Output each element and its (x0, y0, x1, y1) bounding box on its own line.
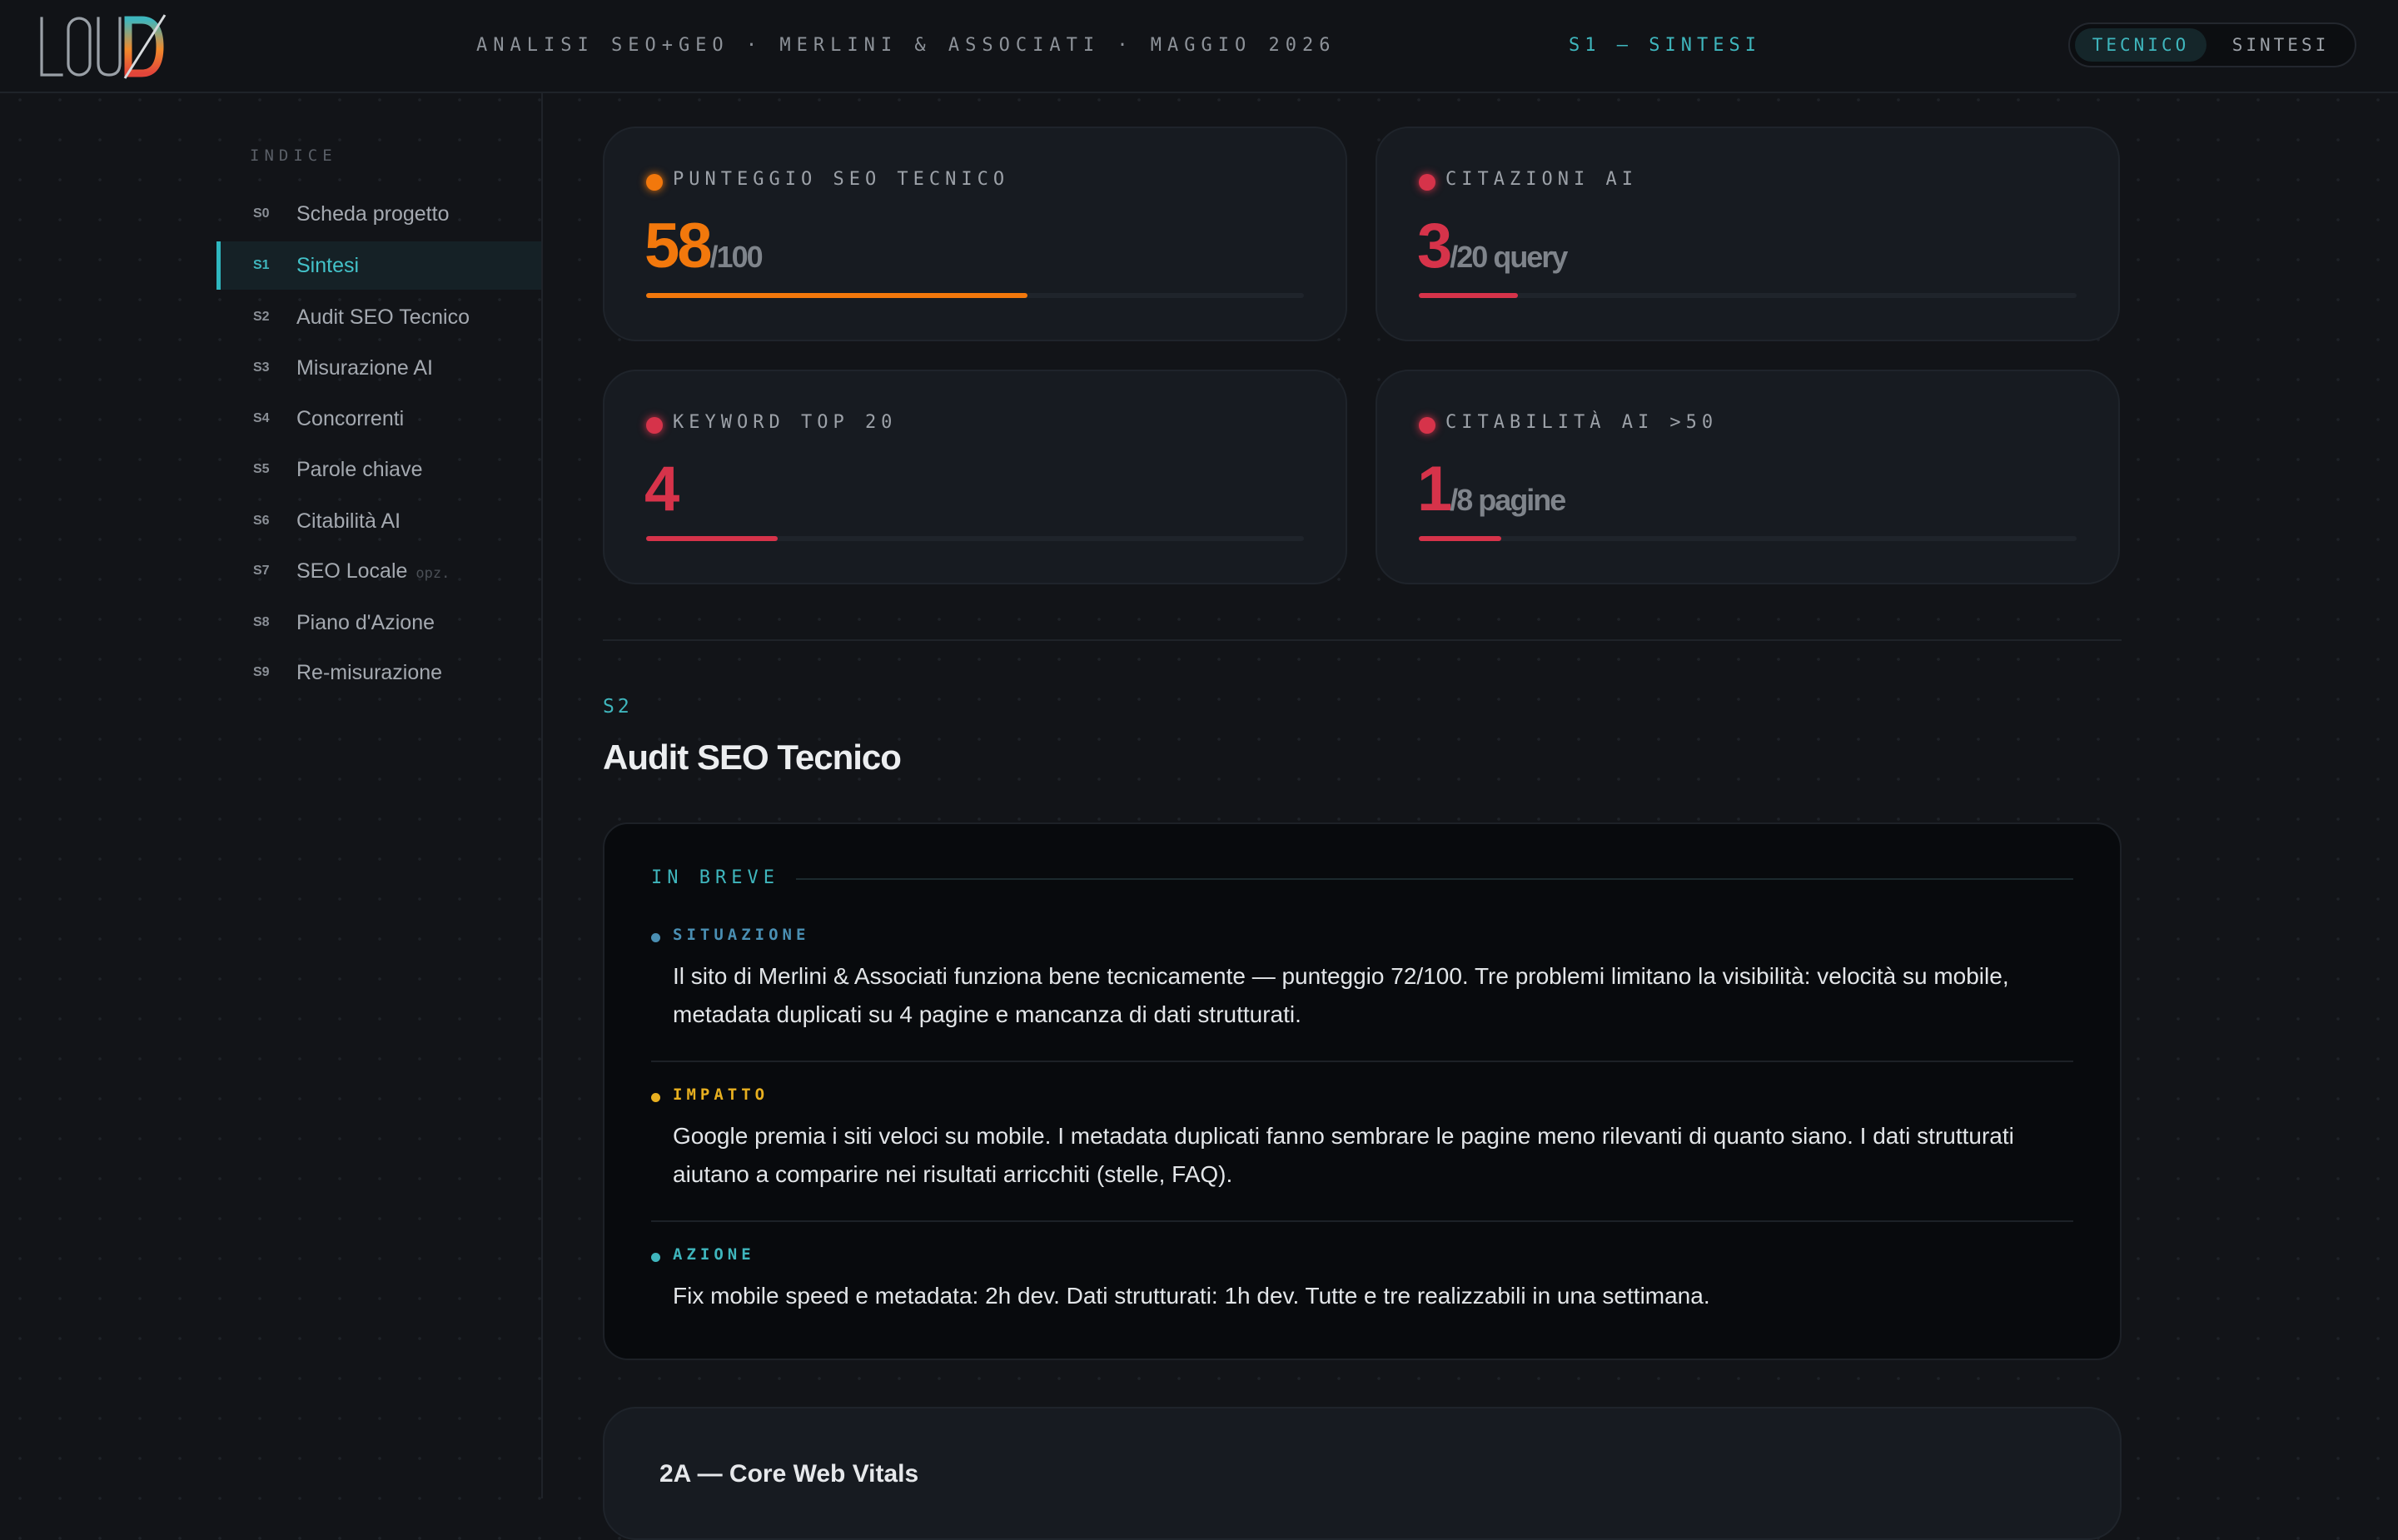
stat-card-seo-score: PUNTEGGIO SEO TECNICO 58/100 (603, 127, 1347, 341)
nav-code: S3 (253, 360, 270, 375)
stat-number: 58 (644, 211, 713, 281)
nav-label: Scheda progetto (296, 202, 450, 226)
progress-track (646, 293, 1304, 298)
nav-label: Parole chiave (296, 458, 423, 481)
nav-label: Misurazione AI (296, 356, 433, 380)
progress-track (1419, 536, 2077, 541)
sidebar-item-re-misurazione[interactable]: S9 Re-misurazione (216, 648, 541, 697)
in-breve-summary: IN BREVE SITUAZIONE Il sito di Merlini &… (603, 822, 2122, 1360)
sidebar-item-citabilita-ai[interactable]: S6 Citabilità AI (216, 497, 541, 545)
sidebar-item-scheda-progetto[interactable]: S0 Scheda progetto (216, 190, 541, 238)
nav-code: S9 (253, 665, 270, 679)
nav-label: Sintesi (296, 254, 360, 277)
section-divider (603, 639, 2122, 641)
subsection-title: 2A — Core Web Vitals (659, 1460, 919, 1488)
stat-value: 3/20 query (1417, 210, 1568, 282)
sidebar-item-parole-chiave[interactable]: S5 Parole chiave (216, 445, 541, 494)
loud-logo[interactable] (38, 13, 172, 80)
status-dot (1419, 417, 1435, 434)
progress-track (1419, 293, 2077, 298)
row-dot (651, 933, 660, 942)
nav-code: S0 (253, 206, 270, 221)
nav-label: Audit SEO Tecnico (296, 306, 470, 329)
nav-code: S5 (253, 462, 270, 476)
nav-code: S4 (253, 411, 270, 425)
stat-label: KEYWORD TOP 20 (673, 412, 898, 433)
stat-card-keyword-top20: KEYWORD TOP 20 4 (603, 370, 1347, 584)
nav-code: S7 (253, 564, 270, 578)
progress-fill (1419, 536, 1501, 541)
sidebar-item-audit-seo-tecnico[interactable]: S2 Audit SEO Tecnico (216, 293, 541, 341)
stat-unit: /8 pagine (1450, 483, 1566, 517)
view-toggle: TECNICO SINTESI (2068, 22, 2356, 67)
row-divider (651, 1061, 2073, 1062)
status-dot (646, 417, 663, 434)
stat-value: 4 (644, 453, 679, 525)
stat-number: 1 (1417, 454, 1452, 524)
row-dot (651, 1093, 660, 1102)
core-web-vitals-card: 2A — Core Web Vitals (603, 1407, 2122, 1540)
nav-label: Citabilità AI (296, 509, 401, 533)
stat-card-ai-citations: CITAZIONI AI 3/20 query (1376, 127, 2120, 341)
nav-code: S2 (253, 310, 270, 324)
stat-label: CITABILITÀ AI >50 (1445, 412, 1719, 433)
status-dot (646, 174, 663, 191)
sidebar-title: INDICE (250, 147, 337, 165)
progress-fill (646, 293, 1028, 298)
row-divider (651, 1220, 2073, 1222)
progress-fill (646, 536, 778, 541)
current-section-indicator: S1 — SINTESI (1569, 35, 1761, 56)
nav-code: S6 (253, 514, 270, 528)
toggle-sintesi-button[interactable]: SINTESI (2218, 28, 2343, 62)
sidebar-item-seo-locale[interactable]: S7 SEO Locale opz. (216, 547, 541, 595)
nav-label: Re-misurazione (296, 661, 443, 684)
project-title: ANALISI SEO+GEO · MERLINI & ASSOCIATI · … (476, 35, 1336, 56)
row-label: IMPATTO (673, 1085, 769, 1104)
sidebar-item-concorrenti[interactable]: S4 Concorrenti (216, 395, 541, 443)
stat-card-ai-citability: CITABILITÀ AI >50 1/8 pagine (1376, 370, 2120, 584)
stat-unit: /100 (709, 240, 764, 274)
nav-label: Concorrenti (296, 407, 405, 430)
progress-track (646, 536, 1304, 541)
sidebar: INDICE S0 Scheda progetto S1 Sintesi S2 … (0, 93, 543, 1498)
stat-value: 1/8 pagine (1417, 453, 1566, 525)
heading-rule (796, 878, 2073, 880)
section-code: S2 (603, 696, 633, 718)
toggle-tecnico-button[interactable]: TECNICO (2075, 28, 2206, 62)
row-label: AZIONE (673, 1245, 755, 1264)
nav-label: Piano d'Azione (296, 611, 435, 634)
nav-code: S1 (253, 258, 270, 272)
row-text: Fix mobile speed e metadata: 2h dev. Dat… (673, 1283, 1710, 1309)
nav-code: S8 (253, 615, 270, 629)
progress-fill (1419, 293, 1518, 298)
sidebar-item-sintesi[interactable]: S1 Sintesi (216, 241, 541, 290)
stat-value: 58/100 (644, 210, 764, 282)
status-dot (1419, 174, 1435, 191)
nav-label-text: SEO Locale (296, 559, 408, 583)
summary-heading: IN BREVE (651, 867, 779, 888)
row-text: Il sito di Merlini & Associati funziona … (673, 963, 2009, 1027)
sidebar-item-piano-azione[interactable]: S8 Piano d'Azione (216, 599, 541, 647)
row-text: Google premia i siti veloci su mobile. I… (673, 1123, 2014, 1187)
optional-badge: opz. (415, 565, 450, 582)
stat-number: 4 (644, 454, 679, 524)
top-bar: ANALISI SEO+GEO · MERLINI & ASSOCIATI · … (0, 0, 2398, 93)
sidebar-item-misurazione-ai[interactable]: S3 Misurazione AI (216, 344, 541, 392)
row-dot (651, 1253, 660, 1262)
stat-unit: /20 query (1450, 240, 1568, 274)
stat-label: PUNTEGGIO SEO TECNICO (673, 169, 1010, 190)
stat-number: 3 (1417, 211, 1452, 281)
row-label: SITUAZIONE (673, 926, 810, 944)
nav-label: SEO Locale opz. (296, 547, 450, 598)
stat-label: CITAZIONI AI (1445, 169, 1638, 190)
section-title: Audit SEO Tecnico (603, 738, 902, 777)
